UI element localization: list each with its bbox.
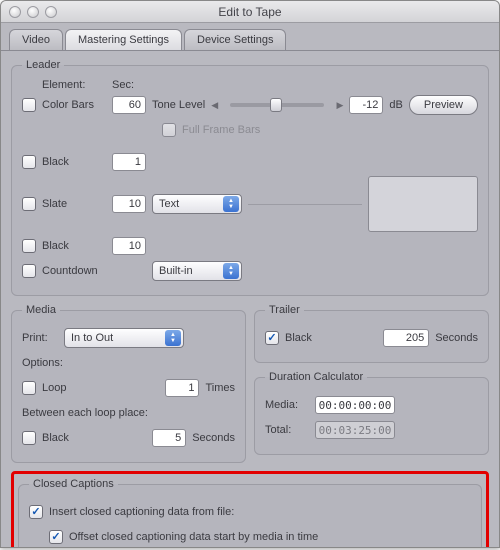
color-bars-checkbox[interactable] [22,98,36,112]
media-legend: Media [22,304,60,316]
duration-media-row: Media: 00:00:00:00 [265,394,478,416]
connector-line [248,204,362,205]
arrow-left-icon: ◀ [211,100,218,111]
tone-level-label: Tone Level [152,99,205,111]
closed-captions-highlight: Closed Captions Insert closed captioning… [11,471,489,548]
tone-db-value[interactable]: -12 [349,96,383,114]
loop-unit: Times [205,382,235,394]
trailer-black-label: Black [285,332,312,344]
duration-media-value: 00:00:00:00 [315,396,395,414]
arrow-right-icon: ▶ [336,100,343,111]
cc-offset-checkbox[interactable] [49,530,63,544]
cc-insert-row: Insert closed captioning data from file: [29,501,471,523]
tab-bar: Video Mastering Settings Device Settings [1,23,499,51]
sec-header: Sec: [112,79,134,91]
black2-seconds[interactable]: 10 [112,237,146,255]
black2-row: Black 10 [22,235,478,257]
cc-insert-checkbox[interactable] [29,505,43,519]
black1-seconds[interactable]: 1 [112,153,146,171]
full-frame-row: Full Frame Bars [22,119,478,141]
cc-offset-label: Offset closed captioning data start by m… [69,531,318,543]
color-bars-seconds[interactable]: 60 [112,96,146,114]
loop-times-field[interactable]: 1 [165,379,199,397]
loop-row: Loop 1 Times [22,377,235,399]
options-label-row: Options: [22,352,235,374]
preview-button[interactable]: Preview [409,95,478,115]
slate-type-select[interactable]: Text ▲▼ [152,194,242,214]
window-title: Edit to Tape [1,5,499,19]
leader-legend: Leader [22,59,64,71]
between-label: Between each loop place: [22,407,148,419]
media-black-checkbox[interactable] [22,431,36,445]
slate-label: Slate [42,198,106,210]
trailer-black-seconds[interactable]: 205 [383,329,429,347]
slate-checkbox[interactable] [22,197,36,211]
cc-offset-row: Offset closed captioning data start by m… [29,526,471,548]
duration-total-value: 00:03:25:00 [315,421,395,439]
duration-media-label: Media: [265,399,309,411]
tab-video[interactable]: Video [9,29,63,50]
updown-arrows-icon: ▲▼ [223,196,239,212]
trailer-black-row: Black 205 Seconds [265,327,478,349]
black2-label: Black [42,240,106,252]
trailer-black-unit: Seconds [435,332,478,344]
print-select[interactable]: In to Out ▲▼ [64,328,184,348]
updown-arrows-icon: ▲▼ [223,263,239,279]
slate-preview [368,176,478,232]
slate-row: Slate 10 Text ▲▼ [22,176,478,232]
tab-mastering-settings[interactable]: Mastering Settings [65,29,182,50]
options-label: Options: [22,357,63,369]
countdown-type-value: Built-in [159,265,193,277]
leader-group: Leader Element: Sec: Color Bars 60 Tone … [11,59,489,296]
trailer-black-checkbox[interactable] [265,331,279,345]
right-col: Trailer Black 205 Seconds Duration Calcu… [254,304,489,471]
print-row: Print: In to Out ▲▼ [22,327,235,349]
tone-db-unit: dB [389,99,402,111]
color-bars-label: Color Bars [42,99,106,111]
loop-label: Loop [42,382,78,394]
slate-seconds[interactable]: 10 [112,195,146,213]
media-black-unit: Seconds [192,432,235,444]
titlebar: Edit to Tape [1,1,499,23]
media-black-row: Black 5 Seconds [22,427,235,449]
trailer-legend: Trailer [265,304,304,316]
media-group: Media Print: In to Out ▲▼ Options: Loop 1… [11,304,246,463]
trailer-group: Trailer Black 205 Seconds [254,304,489,363]
print-label: Print: [22,332,58,344]
closed-captions-group: Closed Captions Insert closed captioning… [18,478,482,548]
tone-level-slider[interactable] [230,103,324,107]
countdown-type-select[interactable]: Built-in ▲▼ [152,261,242,281]
countdown-row: Countdown Built-in ▲▼ [22,260,478,282]
media-black-label: Black [42,432,78,444]
updown-arrows-icon: ▲▼ [165,330,181,346]
edit-to-tape-window: Edit to Tape Video Mastering Settings De… [0,0,500,548]
loop-checkbox[interactable] [22,381,36,395]
duration-group: Duration Calculator Media: 00:00:00:00 T… [254,371,489,455]
black2-checkbox[interactable] [22,239,36,253]
black1-row: Black 1 [22,151,478,173]
countdown-label: Countdown [42,265,106,277]
closed-captions-legend: Closed Captions [29,478,118,490]
black1-checkbox[interactable] [22,155,36,169]
color-bars-row: Color Bars 60 Tone Level ◀ ▶ -12 dB Prev… [22,94,478,116]
black1-label: Black [42,156,106,168]
countdown-checkbox[interactable] [22,264,36,278]
slate-type-value: Text [159,198,179,210]
full-frame-checkbox[interactable] [162,123,176,137]
print-value: In to Out [71,332,113,344]
duration-legend: Duration Calculator [265,371,367,383]
duration-total-label: Total: [265,424,309,436]
full-frame-label: Full Frame Bars [182,124,260,136]
content-area: Leader Element: Sec: Color Bars 60 Tone … [1,51,499,548]
cc-insert-label: Insert closed captioning data from file: [49,506,234,518]
between-label-row: Between each loop place: [22,402,235,424]
leader-header-row: Element: Sec: [22,79,478,91]
left-col: Media Print: In to Out ▲▼ Options: Loop 1… [11,304,246,471]
element-header: Element: [42,79,106,91]
middle-columns: Media Print: In to Out ▲▼ Options: Loop 1… [11,304,489,471]
media-black-seconds[interactable]: 5 [152,429,186,447]
slider-thumb[interactable] [270,98,282,112]
duration-total-row: Total: 00:03:25:00 [265,419,478,441]
tab-device-settings[interactable]: Device Settings [184,29,286,50]
